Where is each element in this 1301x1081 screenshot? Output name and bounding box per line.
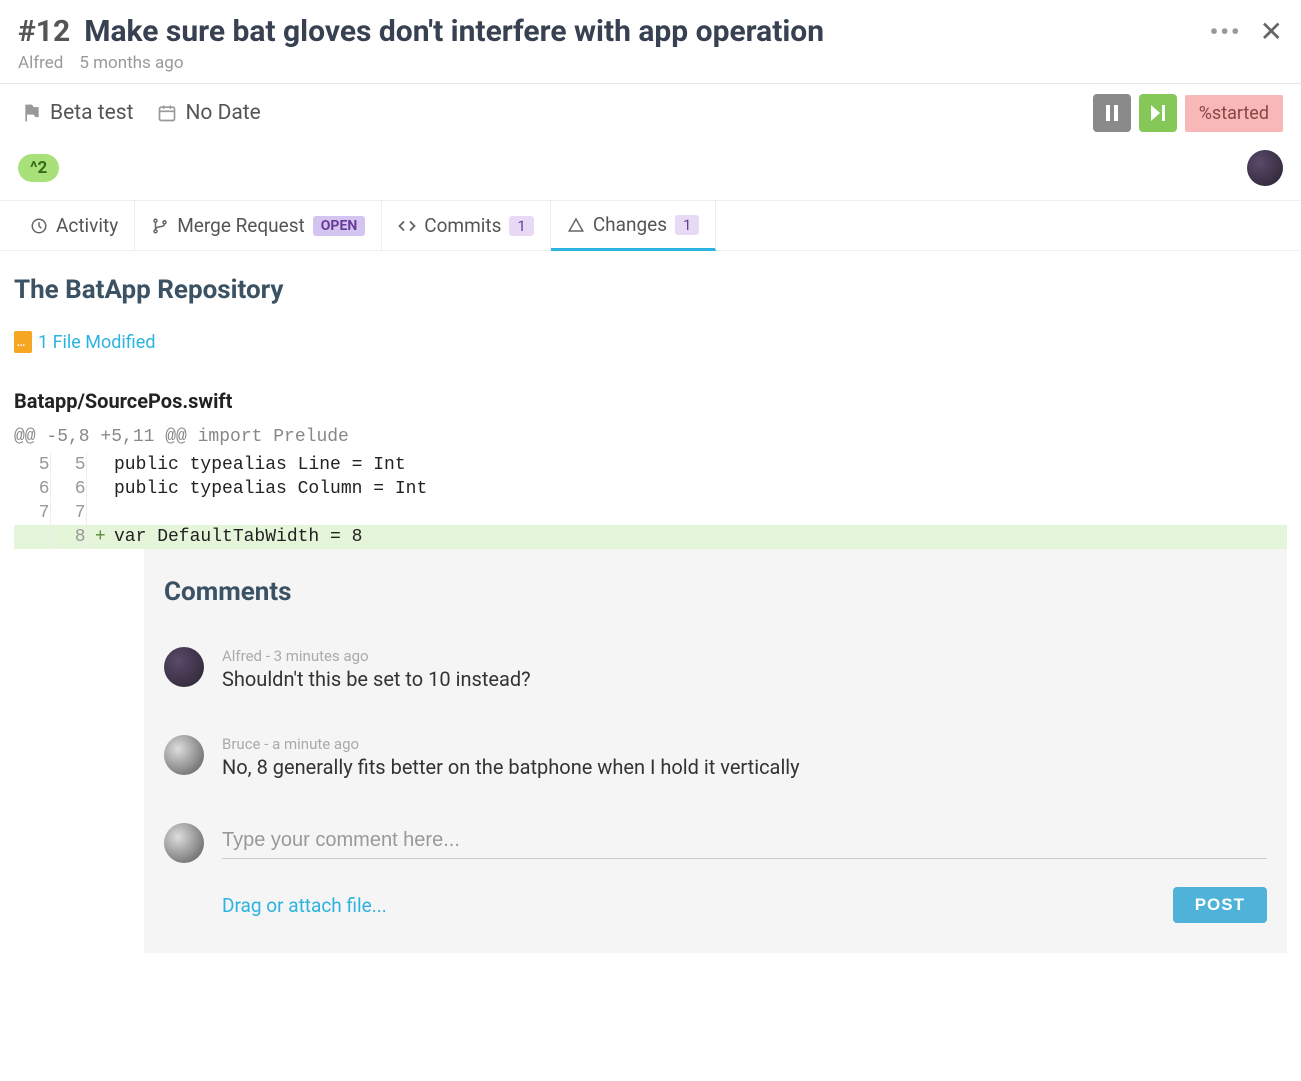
- comment-meta: Alfred - 3 minutes ago: [222, 647, 1267, 665]
- branch-icon: [151, 217, 169, 235]
- diff-hunk-header: @@ -5,8 +5,11 @@ import Prelude: [14, 421, 1287, 453]
- tab-activity[interactable]: Activity: [14, 201, 135, 250]
- diff-code: var DefaultTabWidth = 8: [114, 525, 1287, 549]
- next-icon: [1150, 105, 1166, 121]
- close-icon[interactable]: ✕: [1260, 15, 1283, 48]
- old-line-num: 5: [14, 453, 50, 477]
- pause-button[interactable]: [1093, 94, 1131, 132]
- diff-line: 6 6 public typealias Column = Int: [14, 477, 1287, 501]
- diff-code: [114, 501, 1287, 525]
- repo-title: The BatApp Repository: [14, 275, 1287, 305]
- comment-text: No, 8 generally fits better on the batph…: [222, 755, 1267, 779]
- assignee-avatar[interactable]: [1247, 150, 1283, 186]
- new-line-num: 6: [50, 477, 86, 501]
- attach-file-link[interactable]: Drag or attach file...: [222, 894, 387, 917]
- file-icon: [14, 331, 32, 353]
- pause-icon: [1105, 105, 1119, 121]
- comment-item: Alfred - 3 minutes ago Shouldn't this be…: [164, 647, 1267, 691]
- comment-text: Shouldn't this be set to 10 instead?: [222, 667, 1267, 691]
- comments-heading: Comments: [164, 577, 1267, 607]
- avatar[interactable]: [164, 647, 204, 687]
- comment-author: Bruce: [222, 735, 261, 753]
- comments-section: Comments Alfred - 3 minutes ago Shouldn'…: [144, 549, 1287, 953]
- diff-sign: [86, 501, 114, 525]
- code-icon: [398, 217, 416, 235]
- milestone-chip[interactable]: Beta test: [22, 101, 133, 125]
- tab-changes[interactable]: Changes 1: [551, 201, 717, 251]
- tab-merge-request[interactable]: Merge Request OPEN: [135, 201, 382, 250]
- old-line-num: [14, 525, 50, 549]
- issue-title: Make sure bat gloves don't interfere wit…: [84, 14, 824, 49]
- diff-line: 7 7: [14, 501, 1287, 525]
- diff-table: 5 5 public typealias Line = Int 6 6 publ…: [14, 453, 1287, 549]
- calendar-icon: [157, 102, 177, 124]
- file-path: Batapp/SourcePos.swift: [14, 389, 1287, 413]
- tab-mr-label: Merge Request: [177, 214, 305, 237]
- status-badge[interactable]: %started: [1185, 95, 1283, 132]
- tab-changes-label: Changes: [593, 213, 667, 236]
- comment-input[interactable]: [222, 823, 1267, 859]
- post-button[interactable]: POST: [1173, 887, 1267, 923]
- milestone-label: Beta test: [50, 101, 133, 125]
- comment-time: a minute ago: [272, 735, 359, 753]
- comment-author: Alfred: [222, 647, 262, 665]
- current-user-avatar[interactable]: [164, 823, 204, 863]
- diff-code: public typealias Line = Int: [114, 453, 1287, 477]
- diff-line: 5 5 public typealias Line = Int: [14, 453, 1287, 477]
- old-line-num: 7: [14, 501, 50, 525]
- diff-line-added: 8 + var DefaultTabWidth = 8: [14, 525, 1287, 549]
- diff-sign: [86, 477, 114, 501]
- diff-code: public typealias Column = Int: [114, 477, 1287, 501]
- old-line-num: 6: [14, 477, 50, 501]
- tabs: Activity Merge Request OPEN Commits 1 Ch…: [0, 200, 1301, 251]
- files-modified-link[interactable]: 1 File Modified: [14, 331, 1287, 353]
- due-date-label: No Date: [185, 101, 260, 125]
- new-line-num: 8: [50, 525, 86, 549]
- tab-activity-label: Activity: [56, 214, 118, 237]
- tab-commits-label: Commits: [424, 214, 501, 237]
- issue-author: Alfred: [18, 53, 63, 73]
- files-modified-label: 1 File Modified: [38, 332, 155, 353]
- diff-sign: [86, 453, 114, 477]
- flag-icon: [22, 102, 42, 124]
- clock-icon: [30, 217, 48, 235]
- diff-sign: +: [86, 525, 114, 549]
- issue-number: #12: [18, 14, 70, 49]
- advance-button[interactable]: [1139, 94, 1177, 132]
- new-line-num: 7: [50, 501, 86, 525]
- commits-count: 1: [509, 216, 533, 236]
- changes-count: 1: [675, 215, 699, 235]
- points-badge[interactable]: ^2: [18, 154, 59, 182]
- more-icon[interactable]: •••: [1210, 18, 1242, 46]
- delta-icon: [567, 216, 585, 234]
- comment-meta: Bruce - a minute ago: [222, 735, 1267, 753]
- avatar[interactable]: [164, 735, 204, 775]
- new-line-num: 5: [50, 453, 86, 477]
- tab-commits[interactable]: Commits 1: [382, 201, 551, 250]
- comment-item: Bruce - a minute ago No, 8 generally fit…: [164, 735, 1267, 779]
- issue-age: 5 months ago: [79, 53, 183, 73]
- comment-time: 3 minutes ago: [274, 647, 369, 665]
- due-date-chip[interactable]: No Date: [157, 101, 260, 125]
- mr-open-badge: OPEN: [313, 216, 365, 236]
